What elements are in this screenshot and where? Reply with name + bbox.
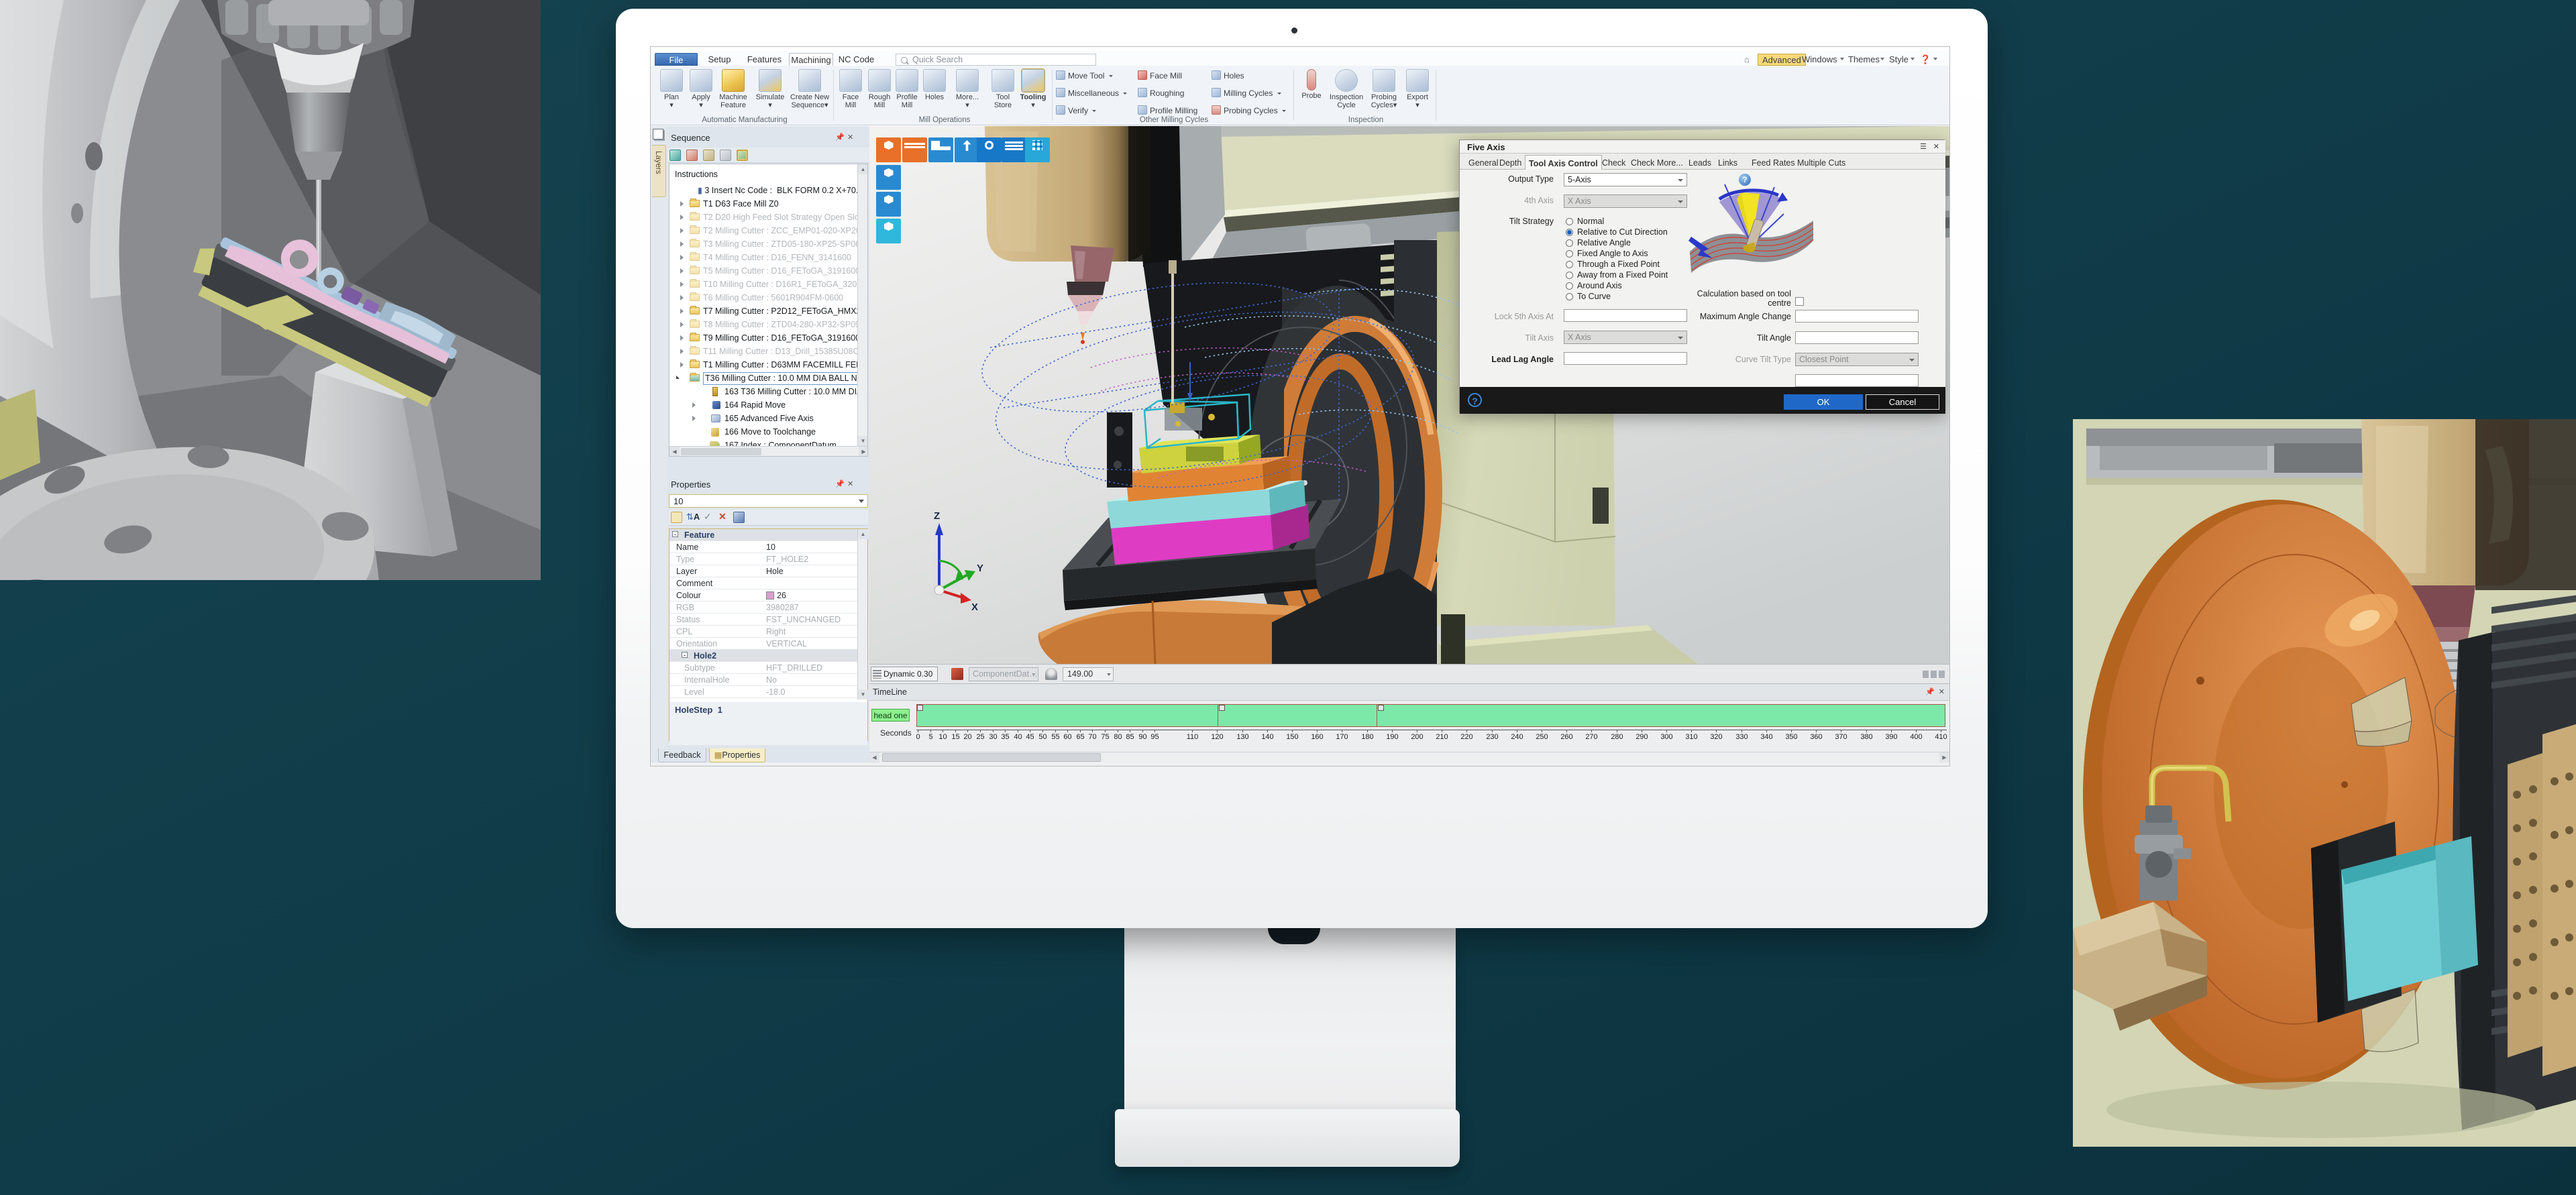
svg-text:X: X: [971, 602, 978, 613]
svg-text:Y: Y: [977, 563, 983, 574]
svg-text:Z: Z: [934, 510, 940, 522]
